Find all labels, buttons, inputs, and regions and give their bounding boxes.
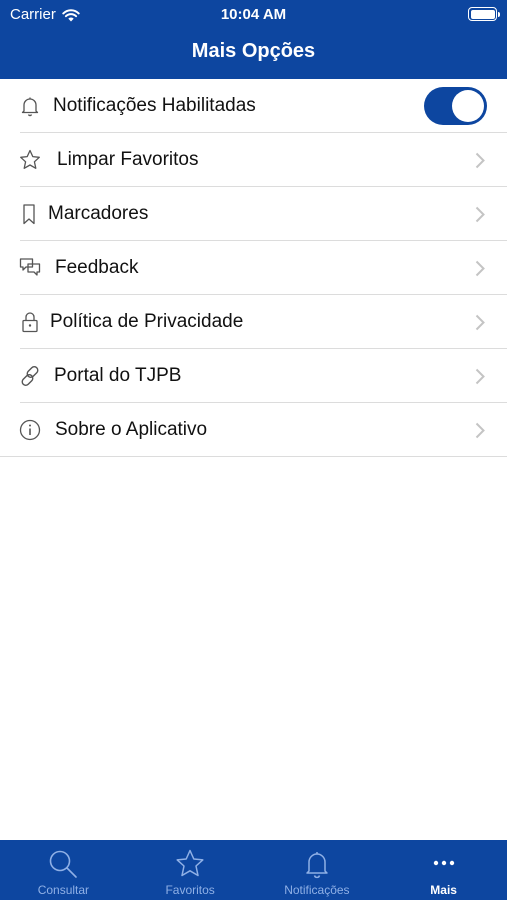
options-list: Notificações Habilitadas Limpar Favorito… bbox=[0, 79, 507, 457]
battery-icon bbox=[468, 7, 500, 21]
status-bar: Carrier 10:04 AM bbox=[0, 0, 507, 28]
link-icon bbox=[18, 364, 42, 388]
bookmark-icon bbox=[18, 202, 42, 226]
chevron-right-icon bbox=[475, 422, 485, 439]
option-feedback[interactable]: Feedback bbox=[0, 241, 507, 295]
option-label: Portal do TJPB bbox=[54, 365, 182, 386]
tab-notificacoes[interactable]: Notificações bbox=[254, 840, 381, 900]
chat-bubbles-icon bbox=[18, 256, 42, 280]
tab-mais[interactable]: Mais bbox=[380, 840, 507, 900]
option-label: Feedback bbox=[55, 257, 139, 278]
tab-label: Notificações bbox=[284, 883, 350, 897]
chevron-right-icon bbox=[475, 314, 485, 331]
chevron-right-icon bbox=[475, 206, 485, 223]
option-label: Limpar Favoritos bbox=[57, 149, 199, 170]
chevron-right-icon bbox=[475, 260, 485, 277]
option-tjpb-portal[interactable]: Portal do TJPB bbox=[0, 349, 507, 403]
info-icon bbox=[18, 418, 42, 442]
tab-label: Favoritos bbox=[165, 883, 215, 897]
option-clear-favorites[interactable]: Limpar Favoritos bbox=[0, 133, 507, 187]
tab-bar: Consultar Favoritos Notificações Mais bbox=[0, 840, 507, 900]
top-bar: Carrier 10:04 AM Mais Opções bbox=[0, 0, 507, 79]
notifications-toggle[interactable] bbox=[424, 87, 487, 125]
option-label: Política de Privacidade bbox=[50, 311, 244, 332]
tab-favoritos[interactable]: Favoritos bbox=[127, 840, 254, 900]
search-icon bbox=[47, 848, 79, 880]
page-title: Mais Opções bbox=[191, 40, 316, 62]
option-label: Sobre o Aplicativo bbox=[55, 419, 208, 440]
option-label: Notificações Habilitadas bbox=[53, 95, 256, 116]
lock-icon bbox=[18, 310, 42, 334]
bell-icon bbox=[301, 848, 333, 880]
star-icon bbox=[18, 148, 42, 172]
option-label: Marcadores bbox=[48, 203, 149, 224]
option-about-app[interactable]: Sobre o Aplicativo bbox=[0, 403, 507, 457]
option-notifications: Notificações Habilitadas bbox=[0, 79, 507, 133]
status-time: 10:04 AM bbox=[220, 6, 287, 23]
tab-consultar[interactable]: Consultar bbox=[0, 840, 127, 900]
option-privacy-policy[interactable]: Política de Privacidade bbox=[0, 295, 507, 349]
star-icon bbox=[174, 848, 206, 880]
chevron-right-icon bbox=[475, 152, 485, 169]
chevron-right-icon bbox=[475, 368, 485, 385]
tab-label: Consultar bbox=[37, 883, 90, 897]
bell-icon bbox=[18, 94, 42, 118]
more-icon bbox=[428, 848, 460, 880]
option-bookmarks[interactable]: Marcadores bbox=[0, 187, 507, 241]
tab-label: Mais bbox=[430, 883, 457, 897]
